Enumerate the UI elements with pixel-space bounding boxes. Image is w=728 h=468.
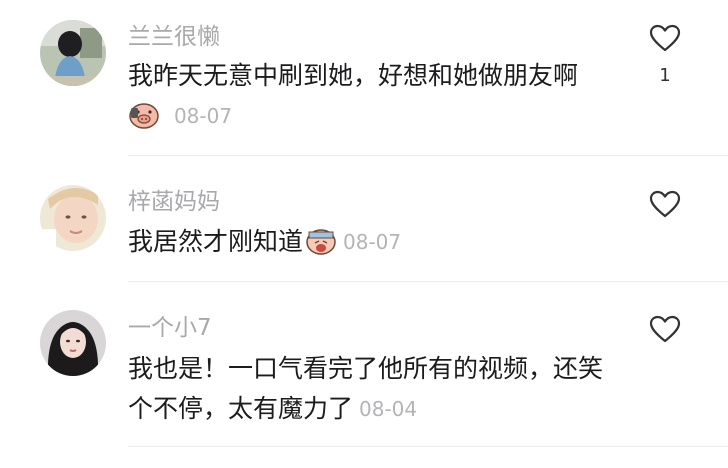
- heart-outline-icon[interactable]: [649, 24, 681, 52]
- heart-outline-icon[interactable]: [649, 315, 681, 343]
- username[interactable]: 兰兰很懒: [128, 26, 220, 49]
- username[interactable]: 梓菡妈妈: [128, 191, 220, 214]
- avatar[interactable]: [40, 185, 106, 251]
- comment-date: 08-04: [359, 397, 418, 421]
- comment-item: 兰兰很懒 我昨天无意中刷到她，好想和她做朋友啊 08-07 1: [0, 0, 728, 160]
- divider: [128, 446, 728, 447]
- divider: [128, 281, 728, 282]
- like-count: 1: [659, 65, 671, 86]
- avatar[interactable]: [40, 310, 106, 376]
- comment-body-line1: 我也是！一口气看完了他所有的视频，还笑: [128, 354, 604, 383]
- avatar[interactable]: [40, 20, 106, 86]
- comment-item: 梓菡妈妈 我居然才刚知道 08-07: [0, 160, 728, 285]
- heart-outline-icon[interactable]: [649, 190, 681, 218]
- comment-text: 我居然才刚知道 08-07: [128, 218, 401, 266]
- crying-face-emoji: [305, 224, 337, 255]
- pig-face-emoji: [128, 98, 160, 129]
- username[interactable]: 一个小7: [128, 317, 212, 340]
- comment-text-line2: 个不停，太有魔力了 08-04: [128, 385, 417, 433]
- comment-meta: 08-07: [128, 92, 232, 140]
- comment-date: 08-07: [173, 104, 233, 128]
- comment-item: 一个小7 我也是！一口气看完了他所有的视频，还笑 个不停，太有魔力了 08-04: [0, 285, 728, 468]
- divider: [128, 155, 728, 156]
- comment-body-line2: 个不停，太有魔力了: [128, 394, 354, 423]
- comment-body: 我居然才刚知道: [128, 227, 304, 256]
- comment-body: 我昨天无意中刷到她，好想和她做朋友啊: [128, 61, 579, 90]
- comment-date: 08-07: [343, 230, 402, 254]
